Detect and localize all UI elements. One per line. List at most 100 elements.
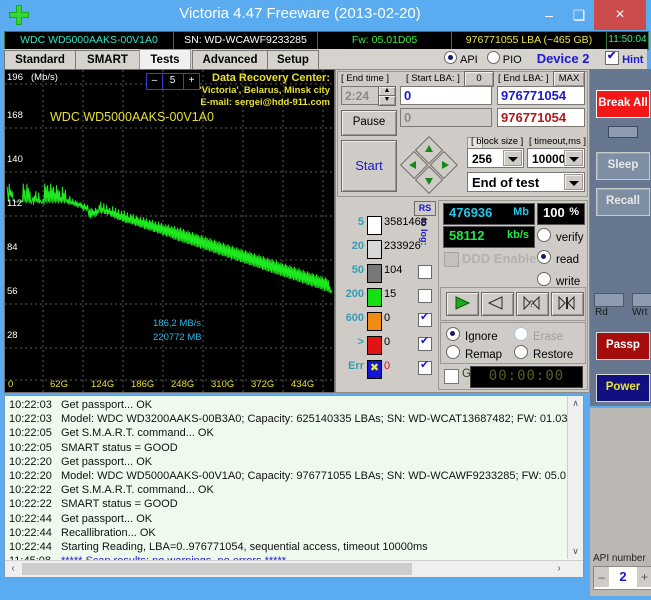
mode-read: read [537,250,579,266]
log-line: 10:22:05Get S.M.A.R.T. command... OK [5,427,583,441]
x-tick-434: 434G [291,379,314,390]
graph-zoom-control[interactable]: – 5 + [146,73,200,90]
scroll-down-icon[interactable]: ∨ [568,544,583,559]
tab-smart[interactable]: SMART [75,50,140,70]
read-indicator[interactable] [594,293,624,307]
erase-label: Erase [533,331,563,343]
tab-advanced[interactable]: Advanced [192,50,268,70]
start-button[interactable]: Start [341,140,397,192]
start-lba-current-field: 0 [400,108,492,127]
api-radio[interactable] [444,51,457,64]
svg-text:?: ? [529,299,534,309]
legend-log-checkbox[interactable] [418,337,432,351]
timeout-label: [ timeout,ms ] [529,136,586,147]
timeout-chevron-down-icon[interactable] [564,150,583,166]
api-number-stepper[interactable]: – 2 + [593,566,651,590]
api-number-decrement[interactable]: – [594,567,609,587]
window-title: Victoria 4.47 Freeware (2013-02-20) [0,5,600,22]
scroll-thumb[interactable] [22,563,412,575]
write-indicator[interactable] [632,293,651,307]
legend-threshold: 20 [338,238,364,255]
block-size-chevron-down-icon[interactable] [503,150,522,166]
break-all-button[interactable]: Break All [596,90,650,118]
sleep-button[interactable]: Sleep [596,152,650,180]
pio-radio[interactable] [487,51,500,64]
ddd-enable-checkbox [444,252,459,267]
tab-setup[interactable]: Setup [267,50,319,70]
timeout-select[interactable]: 10000 [527,148,585,168]
legend-threshold: > [338,334,364,351]
size-readout: 476936 Mb [443,203,535,225]
end-of-test-chevron-down-icon[interactable] [564,174,583,190]
api-label: API [460,54,478,66]
transport-button-group: ? [440,287,586,321]
power-button[interactable]: Power [596,374,650,402]
random-access-button[interactable]: ? [516,292,549,316]
play-forward-button[interactable] [446,292,479,316]
legend-log-checkbox[interactable] [418,289,432,303]
scroll-up-icon[interactable]: ∧ [568,396,583,411]
wrt-label: Wrt [632,307,647,318]
play-reverse-icon [482,293,511,313]
play-reverse-button[interactable] [481,292,514,316]
ddd-enable-label: DDD Enable [462,251,536,266]
legend-row: 20 233926 [338,238,434,262]
log-message: Get S.M.A.R.T. command... OK [61,427,214,439]
passport-button[interactable]: Passp [596,332,650,360]
close-button[interactable]: × [594,0,646,30]
log-timestamp: 10:22:05 [9,427,61,439]
log-vertical-scrollbar[interactable]: ∧ ∨ [567,396,583,559]
api-number-increment[interactable]: + [637,567,651,587]
legend-count: 15 [384,286,396,303]
hint-checkbox[interactable] [605,51,619,65]
legend-count: 0 [384,310,390,327]
scroll-right-icon[interactable]: › [551,561,567,577]
zoom-in-button[interactable]: + [183,74,199,89]
size-value: 476936 [449,205,492,220]
log-message: Model: WDC WD5000AAKS-00V1A0; Capacity: … [61,470,566,482]
pause-button[interactable]: Pause [341,110,397,136]
restore-radio[interactable] [514,345,528,359]
maximize-button[interactable]: ❑ [564,0,594,30]
verify-radio[interactable] [537,228,551,242]
legend-log-checkbox[interactable] [418,361,432,375]
hint-checkbox-wrap[interactable]: Hint [605,51,643,66]
minimize-button[interactable]: – [534,0,564,30]
log-panel[interactable]: 10:22:03Get passport... OK10:22:03Model:… [4,395,584,578]
end-lba-max-button[interactable]: MAX [553,71,585,87]
legend-log-checkbox[interactable] [418,265,432,279]
tab-tests[interactable]: Tests [139,49,191,70]
log-line: 10:22:22Get S.M.A.R.T. command... OK [5,484,583,498]
rd-label: Rd [595,307,608,318]
start-lba-field[interactable]: 0 [400,86,492,105]
read-radio[interactable] [537,250,551,264]
ignore-radio[interactable] [446,327,460,341]
legend-log-checkbox[interactable] [418,313,432,327]
ignore-label: Ignore [465,331,498,343]
end-time-spin-down[interactable]: ▼ [378,95,396,106]
end-of-test-select[interactable]: End of test [467,172,585,192]
tab-standard[interactable]: Standard [4,50,76,70]
drive-capacity: 976771055 LBA (~465 GB) [451,31,607,50]
zoom-out-button[interactable]: – [147,74,163,89]
scroll-left-icon[interactable]: ‹ [5,561,21,577]
api-number-label: API number [593,553,646,564]
erase-radio [514,327,528,341]
speed-graph-panel[interactable]: 196 (Mb/s) 168 140 112 84 56 28 0 62G 12… [4,69,335,393]
log-horizontal-scrollbar[interactable]: ‹ › [5,560,583,577]
navigation-dpad[interactable] [398,136,460,194]
watermark-line3: E-mail: sergei@hdd-911.com [199,97,330,110]
block-size-select[interactable]: 256 [467,148,524,168]
legend-swatch [367,288,382,307]
log-timestamp: 10:22:44 [9,513,61,525]
remap-radio[interactable] [446,345,460,359]
grid-checkbox[interactable] [444,369,459,384]
device-label: Device 2 [537,51,590,66]
log-line: 10:22:20Model: WDC WD5000AAKS-00V1A0; Ca… [5,470,583,484]
start-lba-zero-button[interactable]: 0 [464,71,494,87]
end-lba-field[interactable]: 976771054 [497,86,585,105]
start-lba-label: [ Start LBA: ] [406,73,460,84]
jump-to-start-button[interactable] [551,292,584,316]
write-radio[interactable] [537,272,551,286]
recall-button[interactable]: Recall [596,188,650,216]
